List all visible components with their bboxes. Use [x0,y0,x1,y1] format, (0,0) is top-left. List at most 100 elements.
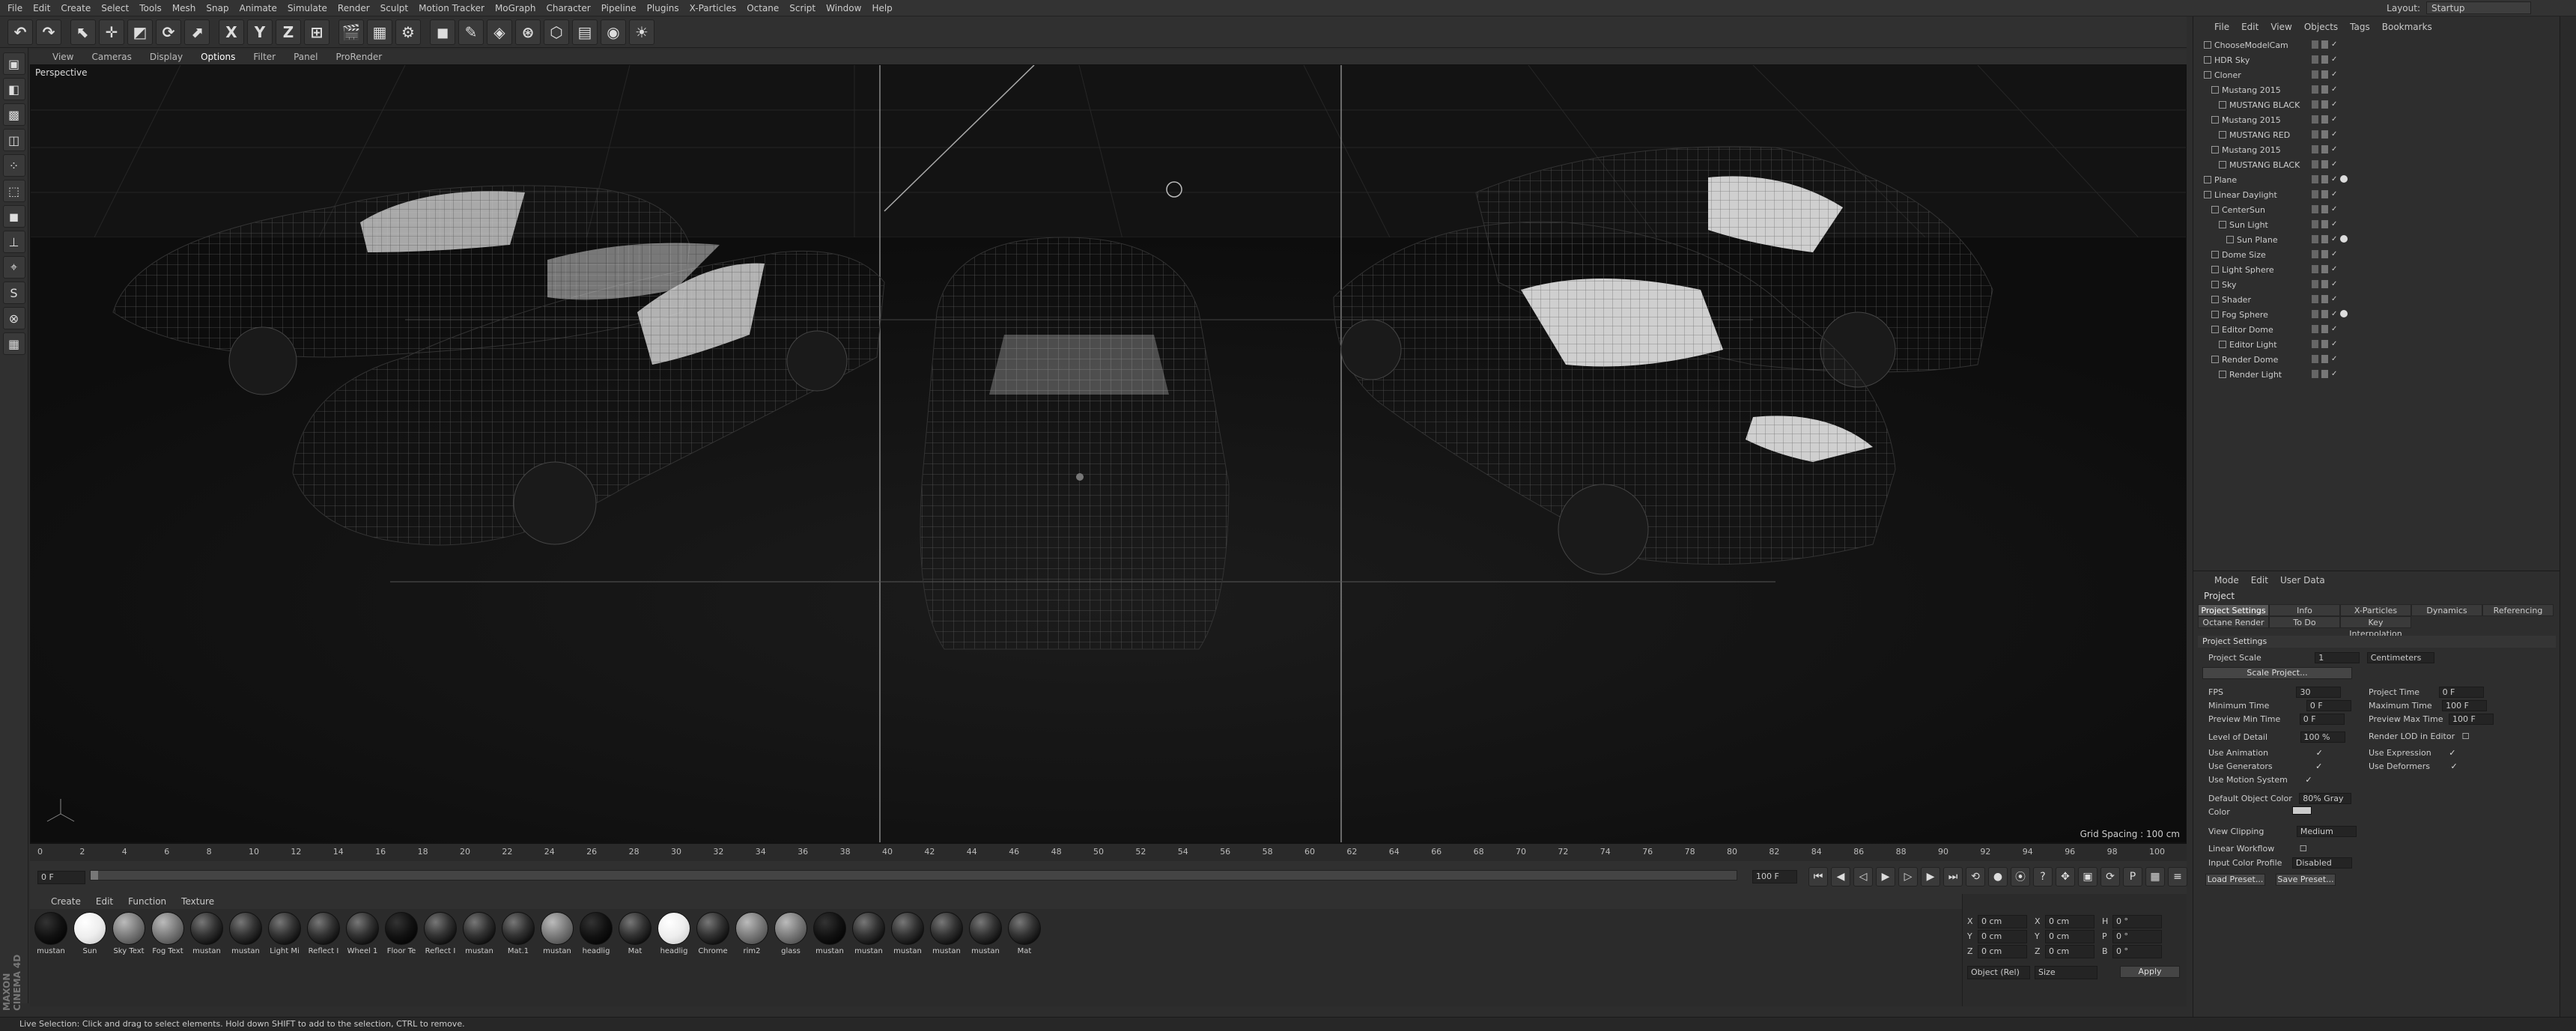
viewport-menu-display[interactable]: Display [142,52,190,62]
render-visibility-dot[interactable] [2321,205,2328,213]
recent-tool-button[interactable]: ⬈ [184,19,210,45]
render-view-button[interactable]: 🎬 [338,19,364,45]
object-menu-file[interactable]: File [2208,22,2235,32]
axis-mode-button[interactable]: ⊥ [2,231,25,253]
points-mode-button[interactable]: ⁘ [2,154,25,177]
model-mode-button[interactable]: ◧ [2,78,25,100]
polygons-mode-button[interactable]: ◼ [2,205,25,228]
object-row[interactable]: Sky ✓ [2193,277,2560,292]
next-frame-button[interactable]: ▷ [1898,867,1918,886]
render-visibility-dot[interactable] [2321,40,2328,49]
menu-octane[interactable]: Octane [744,3,786,13]
object-row[interactable]: Cloner ✓ [2193,67,2560,82]
y-axis-button[interactable]: Y [247,19,273,45]
snap-button[interactable]: ⌖ [2,256,25,279]
menu-render[interactable]: Render [335,3,377,13]
use-generators-checkbox[interactable]: ✓ [2315,762,2324,771]
render-visibility-dot[interactable] [2321,190,2328,198]
prev-key-button[interactable]: ◀ [1831,867,1850,886]
material-swatch[interactable]: mustan [461,912,497,1003]
coord-size-dropdown[interactable]: Size [2035,966,2097,979]
preview-max-field[interactable]: 100 F [2448,714,2494,725]
coord-value-field[interactable]: 0 ° [2112,915,2162,928]
deformer-button[interactable]: ⬡ [544,19,569,45]
enable-check-icon[interactable]: ✓ [2331,355,2337,363]
coord-value-field[interactable]: 0 cm [1978,945,2027,958]
editor-visibility-dot[interactable] [2312,250,2318,258]
use-deformers-checkbox[interactable]: ✓ [2450,762,2459,771]
enable-check-icon[interactable]: ✓ [2331,55,2337,64]
render-visibility-dot[interactable] [2321,310,2328,318]
object-row[interactable]: MUSTANG RED ✓ [2193,127,2560,142]
material-menu-function[interactable]: Function [122,896,172,907]
render-visibility-dot[interactable] [2321,115,2328,124]
rotate-tool-button[interactable]: ⟳ [156,19,181,45]
object-row[interactable]: Mustang 2015 ✓ [2193,112,2560,127]
editor-visibility-dot[interactable] [2312,205,2318,213]
enable-check-icon[interactable]: ✓ [2331,310,2337,318]
render-visibility-dot[interactable] [2321,130,2328,139]
enable-check-icon[interactable]: ✓ [2331,205,2337,213]
next-key-button[interactable]: ▶ [1921,867,1940,886]
material-swatch[interactable]: Reflect I [306,912,341,1003]
x-axis-button[interactable]: X [219,19,244,45]
viewport-menu-cameras[interactable]: Cameras [84,52,139,62]
editor-visibility-dot[interactable] [2312,340,2318,348]
menu-script[interactable]: Script [786,3,823,13]
viewport-menu-view[interactable]: View [45,52,81,62]
object-row[interactable]: Render Light ✓ [2193,367,2560,382]
editor-visibility-dot[interactable] [2312,265,2318,273]
coord-mode-dropdown[interactable]: Object (Rel) [1967,966,2030,979]
editor-visibility-dot[interactable] [2312,295,2318,303]
undo-button[interactable]: ↶ [7,19,33,45]
menu-motion-tracker[interactable]: Motion Tracker [416,3,492,13]
use-motion-checkbox[interactable]: ✓ [2305,776,2314,785]
viewport-menu-prorender[interactable]: ProRender [328,52,389,62]
enable-check-icon[interactable]: ✓ [2331,280,2337,288]
enable-check-icon[interactable]: ✓ [2331,340,2337,348]
menu-window[interactable]: Window [823,3,869,13]
play-button[interactable]: ▶ [1876,867,1895,886]
enable-check-icon[interactable]: ✓ [2331,295,2337,303]
pla-key-button[interactable]: ▦ [2145,867,2165,886]
use-animation-checkbox[interactable]: ✓ [2316,749,2325,758]
attribute-menu-mode[interactable]: Mode [2208,575,2245,586]
layout-dropdown[interactable]: Startup [2426,1,2531,14]
tab-octane-render[interactable]: Octane Render [2198,616,2269,628]
tab-referencing[interactable]: Referencing [2482,604,2554,616]
viewport-menu-panel[interactable]: Panel [286,52,325,62]
menu-mograph[interactable]: MoGraph [492,3,544,13]
object-row[interactable]: Mustang 2015 ✓ [2193,142,2560,157]
material-menu-create[interactable]: Create [45,896,87,907]
go-to-start-button[interactable]: ⏮ [1808,867,1828,886]
load-preset-button[interactable]: Load Preset... [2205,874,2265,886]
render-visibility-dot[interactable] [2321,325,2328,333]
render-visibility-dot[interactable] [2321,355,2328,363]
color-swatch[interactable] [2292,806,2312,815]
material-swatch[interactable]: headlig [578,912,614,1003]
tab-info[interactable]: Info [2269,604,2340,616]
rotation-key-button[interactable]: ⟳ [2100,867,2120,886]
material-swatch[interactable]: headlig [656,912,692,1003]
render-visibility-dot[interactable] [2321,85,2328,94]
material-menu-edit[interactable]: Edit [90,896,119,907]
object-row[interactable]: Render Dome ✓ [2193,352,2560,367]
render-settings-button[interactable]: ⚙ [395,19,421,45]
object-row[interactable]: Sun Light ✓ [2193,217,2560,232]
viewport-menu-options[interactable]: Options [193,52,243,62]
array-button[interactable]: ⊛ [515,19,541,45]
scale-project-button[interactable]: Scale Project... [2202,667,2352,679]
tab-project-settings[interactable]: Project Settings [2198,604,2269,616]
render-visibility-dot[interactable] [2321,295,2328,303]
editor-visibility-dot[interactable] [2312,370,2318,378]
editor-visibility-dot[interactable] [2312,310,2318,318]
coord-apply-button[interactable]: Apply [2120,966,2180,978]
coord-value-field[interactable]: 0 cm [1978,930,2027,943]
preview-min-field[interactable]: 0 F [2299,714,2345,725]
menu-character[interactable]: Character [543,3,598,13]
render-visibility-dot[interactable] [2321,370,2328,378]
lod-field[interactable]: 100 % [2300,732,2345,743]
loop-button[interactable]: ⟲ [1966,867,1985,886]
material-tag-icon[interactable] [2340,175,2348,183]
enable-check-icon[interactable]: ✓ [2331,265,2337,273]
